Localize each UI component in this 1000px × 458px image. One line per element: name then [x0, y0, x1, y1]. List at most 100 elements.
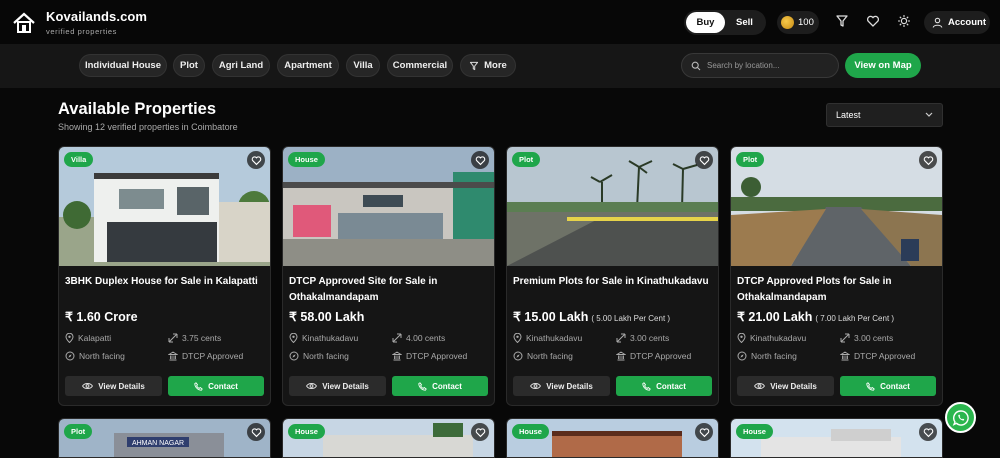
bank-icon [616, 351, 626, 361]
property-card[interactable]: House [506, 418, 719, 458]
chip-villa[interactable]: Villa [346, 54, 380, 77]
approval-text: DTCP Approved [630, 351, 692, 361]
search-input[interactable] [707, 61, 827, 70]
property-card[interactable]: House [282, 418, 495, 458]
area-text: 3.00 cents [854, 333, 894, 343]
view-details-label: View Details [770, 381, 817, 391]
results-summary: Showing 12 verified properties in Coimba… [58, 122, 238, 132]
account-button[interactable]: Account [924, 11, 990, 34]
property-title[interactable]: DTCP Approved Site for Sale in Othakalma… [289, 274, 489, 306]
sort-select[interactable]: Latest [826, 103, 943, 127]
page-title: Available Properties [58, 100, 217, 118]
type-badge: House [736, 424, 773, 439]
whatsapp-button[interactable] [945, 402, 976, 433]
buy-toggle[interactable]: Buy [686, 12, 725, 33]
view-details-button[interactable]: View Details [65, 376, 162, 396]
view-details-button[interactable]: View Details [737, 376, 834, 396]
approval: DTCP Approved [616, 351, 691, 361]
location-text: Kinathukadavu [750, 333, 807, 343]
plot-area: 3.00 cents [840, 333, 893, 343]
sun-icon[interactable] [897, 14, 911, 28]
favorite-heart-icon[interactable] [247, 423, 265, 441]
property-title[interactable]: 3BHK Duplex House for Sale in Kalapatti [65, 274, 265, 290]
price-value: ₹ 58.00 Lakh [289, 310, 365, 324]
view-on-map-button[interactable]: View on Map [845, 53, 921, 78]
property-card[interactable]: AHMAN NAGAR Plot [58, 418, 271, 458]
property-card[interactable]: Plot DTCP Approved Plots for Sale in Oth… [730, 146, 943, 406]
chip-individual-house[interactable]: Individual House [79, 54, 167, 77]
contact-label: Contact [432, 381, 462, 391]
view-details-button[interactable]: View Details [289, 376, 386, 396]
coin-balance[interactable]: 100 [777, 11, 819, 34]
price-value: ₹ 15.00 Lakh [513, 310, 589, 324]
approval-text: DTCP Approved [854, 351, 916, 361]
location-search[interactable] [681, 53, 839, 78]
favorite-heart-icon[interactable] [695, 151, 713, 169]
contact-button[interactable]: Contact [392, 376, 488, 396]
contact-label: Contact [208, 381, 238, 391]
favorite-heart-icon[interactable] [471, 151, 489, 169]
favorite-heart-icon[interactable] [695, 423, 713, 441]
phone-icon [194, 381, 203, 391]
facing: North facing [65, 351, 125, 361]
chip-more[interactable]: More [460, 54, 516, 77]
contact-button[interactable]: Contact [168, 376, 264, 396]
sell-toggle[interactable]: Sell [725, 12, 764, 33]
property-title[interactable]: Premium Plots for Sale in Kinathukadavu [513, 274, 713, 290]
facing: North facing [737, 351, 797, 361]
area-icon [616, 333, 626, 343]
bank-icon [168, 351, 178, 361]
entrance-sign-text: AHMAN NAGAR [132, 440, 184, 447]
location-text: Kalapatti [78, 333, 112, 343]
type-badge: House [512, 424, 549, 439]
buy-sell-toggle: Buy Sell [684, 10, 766, 35]
search-icon [691, 61, 701, 70]
type-badge: House [288, 152, 325, 167]
chip-plot[interactable]: Plot [173, 54, 205, 77]
area-icon [168, 333, 178, 343]
location-pin-icon [289, 333, 298, 343]
eye-icon [306, 382, 318, 390]
facing: North facing [289, 351, 349, 361]
property-price: ₹ 15.00 Lakh( 5.00 Lakh Per Cent ) [513, 309, 670, 324]
property-card[interactable]: House [730, 418, 943, 458]
view-details-button[interactable]: View Details [513, 376, 610, 396]
whatsapp-icon [952, 409, 969, 426]
filter-icon[interactable] [835, 14, 849, 28]
facing: North facing [513, 351, 573, 361]
type-badge: House [288, 424, 325, 439]
favorite-heart-icon[interactable] [471, 423, 489, 441]
phone-icon [418, 381, 427, 391]
favorite-heart-icon[interactable] [247, 151, 265, 169]
chip-apartment[interactable]: Apartment [277, 54, 339, 77]
compass-icon [513, 351, 523, 361]
property-card[interactable]: House DTCP Approved Site for Sale in Oth… [282, 146, 495, 406]
contact-button[interactable]: Contact [840, 376, 936, 396]
contact-button[interactable]: Contact [616, 376, 712, 396]
eye-icon [530, 382, 542, 390]
type-badge: Plot [512, 152, 541, 167]
chip-agri-land[interactable]: Agri Land [212, 54, 270, 77]
compass-icon [737, 351, 747, 361]
location-text: Kinathukadavu [302, 333, 359, 343]
heart-icon[interactable] [866, 14, 880, 28]
plot-area: 3.75 cents [168, 333, 221, 343]
approval: DTCP Approved [392, 351, 467, 361]
property-title[interactable]: DTCP Approved Plots for Sale in Othakalm… [737, 274, 937, 306]
facing-text: North facing [527, 351, 573, 361]
plot-area: 3.00 cents [616, 333, 669, 343]
property-card[interactable]: Villa 3BHK Duplex House for Sale in Kala… [58, 146, 271, 406]
favorite-heart-icon[interactable] [919, 423, 937, 441]
price-per-cent: ( 5.00 Lakh Per Cent ) [591, 314, 671, 323]
approval: DTCP Approved [840, 351, 915, 361]
type-badge: Plot [64, 424, 93, 439]
eye-icon [754, 382, 766, 390]
area-text: 3.75 cents [182, 333, 222, 343]
area-text: 4.00 cents [406, 333, 446, 343]
brand-logo[interactable]: Kovailands.com verified properties [12, 9, 147, 36]
compass-icon [65, 351, 75, 361]
coin-icon [781, 16, 794, 29]
chip-commercial[interactable]: Commercial [387, 54, 453, 77]
favorite-heart-icon[interactable] [919, 151, 937, 169]
property-card[interactable]: Plot Premium Plots for Sale in Kinathuka… [506, 146, 719, 406]
